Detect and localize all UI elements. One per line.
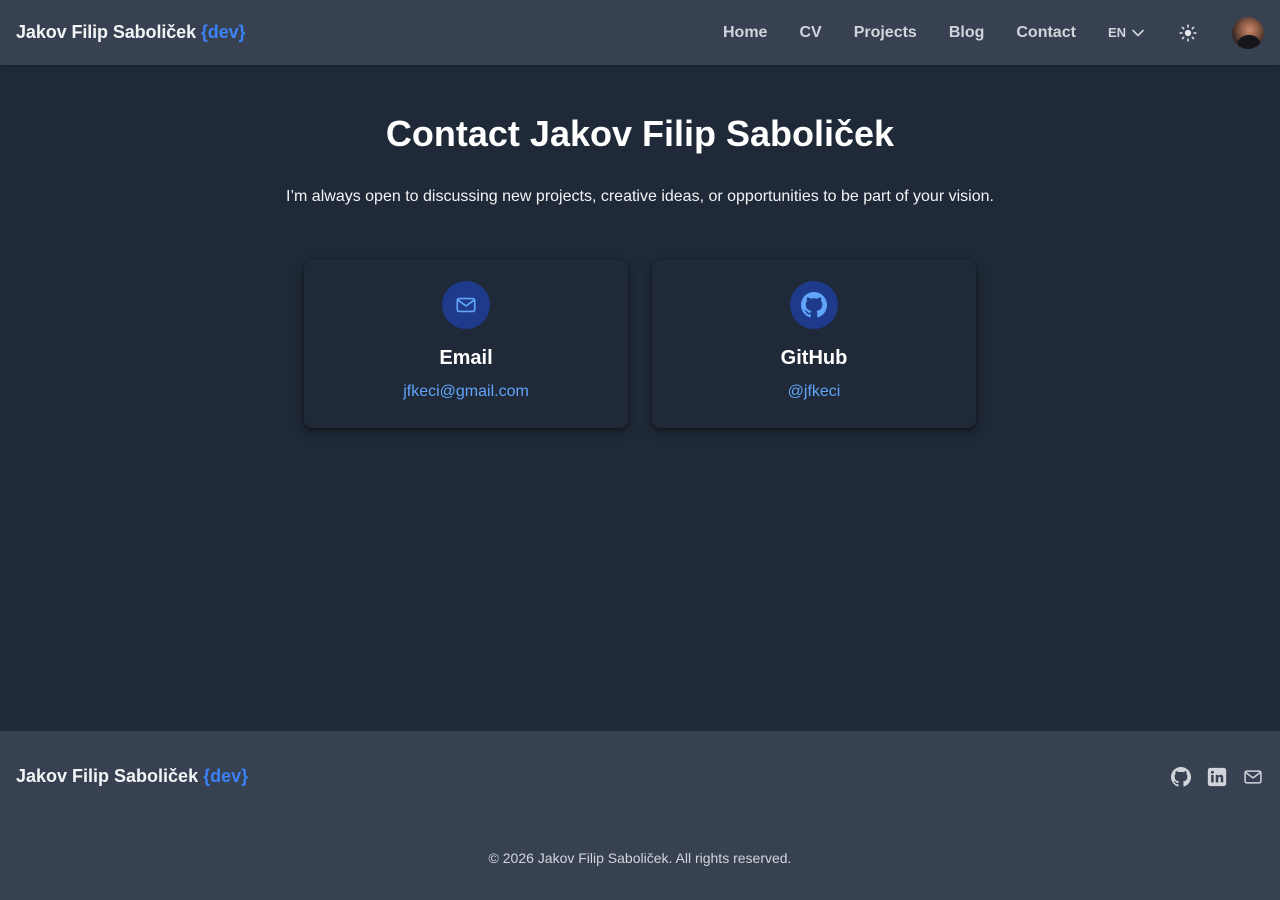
nav-blog-link[interactable]: Blog (949, 24, 985, 42)
github-icon (801, 292, 827, 318)
copyright-text: © 2026 Jakov Filip Saboliček. All rights… (488, 850, 792, 866)
mail-icon (456, 297, 476, 313)
footer-linkedin-link[interactable] (1206, 766, 1228, 788)
github-icon-circle (790, 281, 838, 329)
page-title: Contact Jakov Filip Saboliček (385, 113, 895, 154)
footer-brand-accent: {dev} (203, 766, 249, 786)
social-links (1156, 766, 1264, 788)
footer-github-link[interactable] (1170, 766, 1192, 788)
chevron-down-icon (1132, 29, 1144, 36)
nav-projects-link[interactable]: Projects (854, 24, 917, 42)
theme-toggle-button[interactable] (1178, 23, 1198, 43)
email-link[interactable]: jfkeci@gmail.com (304, 383, 628, 401)
page-subtitle: I’m always open to discussing new projec… (286, 188, 994, 205)
footer-email-link[interactable] (1242, 766, 1264, 788)
mail-icon (1244, 770, 1262, 784)
email-card-title: Email (439, 347, 493, 369)
footer-brand[interactable]: Jakov Filip Saboliček {dev} (16, 766, 248, 787)
email-contact-card[interactable]: Email jfkeci@gmail.com (304, 260, 628, 428)
email-icon-circle (442, 281, 490, 329)
linkedin-icon (1207, 767, 1227, 787)
main-nav: Home CV Projects Blog Contact EN (691, 0, 1264, 65)
brand-accent: {dev} (200, 22, 246, 42)
github-icon (1171, 767, 1191, 787)
language-label: EN (1107, 25, 1126, 40)
nav-home-link[interactable]: Home (723, 24, 767, 42)
top-navbar: Jakov Filip Saboliček {dev} Home CV Proj… (0, 0, 1280, 65)
contact-page: Contact Jakov Filip Saboliček I’m always… (0, 65, 1280, 731)
brand-name: Jakov Filip Saboliček (16, 22, 196, 42)
sun-icon (1179, 23, 1197, 42)
nav-contact-link[interactable]: Contact (1016, 24, 1076, 42)
site-footer: Jakov Filip Saboliček {dev} © 2026 Jakov… (0, 731, 1280, 900)
site-brand[interactable]: Jakov Filip Saboliček {dev} (16, 22, 246, 43)
nav-cv-link[interactable]: CV (799, 24, 821, 42)
footer-brand-name: Jakov Filip Saboliček (16, 766, 199, 786)
language-selector[interactable]: EN (1108, 25, 1144, 40)
github-contact-card[interactable]: GitHub @jfkeci (652, 260, 976, 428)
github-link[interactable]: @jfkeci (652, 383, 976, 401)
user-avatar[interactable] (1232, 16, 1264, 49)
github-card-title: GitHub (780, 347, 848, 369)
